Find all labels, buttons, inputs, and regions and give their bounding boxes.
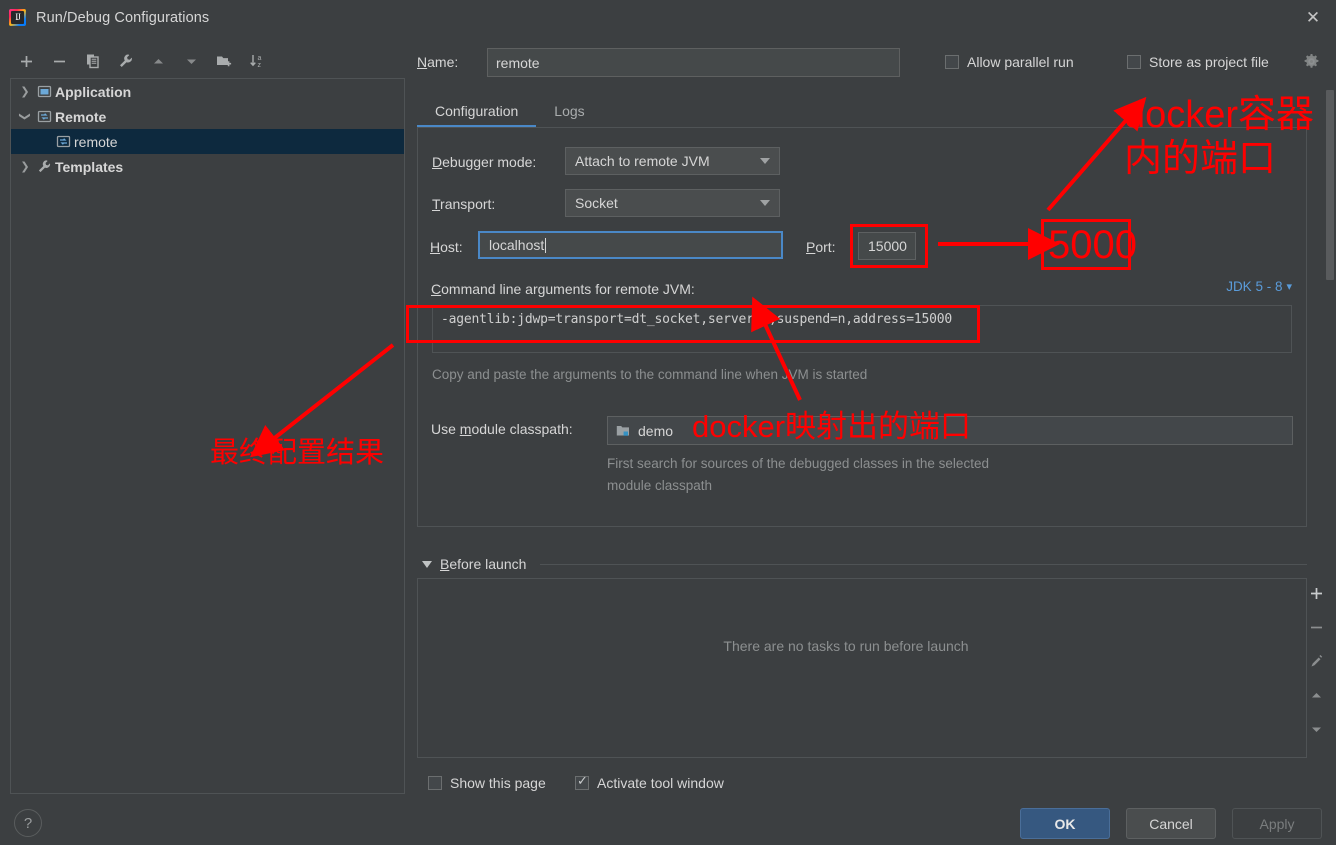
name-label: Name: <box>417 54 459 70</box>
transport-select[interactable]: Socket <box>565 189 780 217</box>
cancel-button[interactable]: Cancel <box>1126 808 1216 839</box>
annotation-mapped-port-note: docker映射出的端口 <box>692 409 972 444</box>
module-classpath-label: Use module classpath: <box>431 421 573 437</box>
debugger-mode-select[interactable]: Attach to remote JVM <box>565 147 780 175</box>
host-label: Host: <box>430 239 463 255</box>
chevron-down-icon <box>760 158 770 164</box>
transport-label: Transport: <box>432 196 496 212</box>
remote-icon <box>52 134 74 149</box>
port-value: 15000 <box>868 238 907 254</box>
module-classpath-hint-line2: module classpath <box>607 478 713 493</box>
wrench-icon <box>33 159 55 174</box>
remove-configuration-button[interactable] <box>43 46 76 76</box>
before-launch-title: Before launch <box>440 556 527 572</box>
checkbox-box[interactable] <box>1127 55 1141 69</box>
sort-az-icon[interactable]: a z <box>241 46 274 76</box>
store-as-project-file-label: Store as project file <box>1149 54 1269 70</box>
new-folder-button[interactable] <box>208 46 241 76</box>
jdk-version-label: JDK 5 - 8 <box>1226 279 1283 294</box>
checkbox-box[interactable] <box>428 776 442 790</box>
tree-item-label: remote <box>74 133 118 150</box>
before-launch-empty-text: There are no tasks to run before launch <box>723 638 969 654</box>
window-title: Run/Debug Configurations <box>36 9 210 26</box>
divider <box>540 563 1307 565</box>
before-launch-task-list[interactable] <box>417 578 1307 758</box>
application-icon <box>33 84 55 99</box>
chevron-down-icon[interactable]: ❯ <box>19 109 32 125</box>
module-classpath-hint-line1: First search for sources of the debugged… <box>607 456 989 471</box>
tree-indent: ❯ <box>17 135 33 148</box>
tree-item-remote[interactable]: ❯ remote <box>11 129 404 154</box>
store-as-project-file-checkbox[interactable]: Store as project file <box>1127 54 1269 70</box>
tab-logs[interactable]: Logs <box>536 95 602 127</box>
copy-configuration-button[interactable] <box>76 46 109 76</box>
sidebar-toolbar: a z <box>10 44 405 78</box>
transport-value: Socket <box>575 195 618 211</box>
move-down-button[interactable] <box>175 46 208 76</box>
wrench-icon[interactable] <box>109 46 142 76</box>
before-launch-header[interactable]: Before launch <box>422 556 1307 572</box>
configurations-tree[interactable]: ❯ Application ❯ Remote ❯ <box>10 78 405 794</box>
chevron-down-icon: ▾ <box>1286 281 1292 293</box>
allow-parallel-run-checkbox[interactable]: Allow parallel run <box>945 54 1074 70</box>
port-label: Port: <box>806 239 836 255</box>
tree-item-label: Application <box>55 83 132 100</box>
command-line-arguments-hint: Copy and paste the arguments to the comm… <box>432 367 868 382</box>
remote-icon <box>33 109 55 124</box>
ok-button[interactable]: OK <box>1020 808 1110 839</box>
host-value: localhost <box>489 237 545 253</box>
chevron-down-icon <box>760 200 770 206</box>
command-line-arguments-label: Command line arguments for remote JVM: <box>431 281 695 297</box>
tab-configuration[interactable]: Configuration <box>417 95 537 127</box>
scrollbar-thumb[interactable] <box>1326 90 1334 280</box>
annotation-container-port-line2: 内的端口 <box>1124 138 1277 180</box>
show-this-page-checkbox[interactable]: Show this page <box>428 775 546 791</box>
chevron-right-icon[interactable]: ❯ <box>17 160 33 173</box>
command-line-arguments-field[interactable]: -agentlib:jdwp=transport=dt_socket,serve… <box>432 305 1292 353</box>
intellij-idea-icon: IJ <box>9 9 26 26</box>
activate-tool-window-label: Activate tool window <box>597 775 724 791</box>
activate-tool-window-checkbox[interactable]: Activate tool window <box>575 774 724 791</box>
help-button[interactable]: ? <box>14 809 42 837</box>
svg-text:z: z <box>258 62 262 69</box>
debugger-mode-label: Debugger mode: <box>432 154 537 170</box>
module-classpath-value: demo <box>638 422 674 439</box>
jdk-version-selector[interactable]: JDK 5 - 8 ▾ <box>1226 279 1292 294</box>
tree-item-remote-group[interactable]: ❯ Remote <box>11 104 404 129</box>
annotation-final-result-note: 最终配置结果 <box>210 437 385 469</box>
show-this-page-label: Show this page <box>450 775 546 791</box>
title-bar: IJ Run/Debug Configurations <box>0 0 1336 35</box>
close-icon[interactable]: ✕ <box>1290 0 1336 35</box>
tree-item-templates[interactable]: ❯ Templates <box>11 154 404 179</box>
debugger-mode-value: Attach to remote JVM <box>575 153 710 169</box>
name-input[interactable] <box>487 48 900 77</box>
add-configuration-button[interactable] <box>10 46 43 76</box>
port-input[interactable]: 15000 <box>858 232 916 260</box>
checkbox-box[interactable] <box>575 774 589 790</box>
chevron-down-icon[interactable] <box>422 560 432 568</box>
module-folder-icon <box>616 424 631 438</box>
tree-item-label: Remote <box>55 108 107 125</box>
gear-icon[interactable] <box>1303 53 1320 74</box>
tab-bar: Configuration Logs <box>417 95 603 127</box>
chevron-right-icon[interactable]: ❯ <box>17 85 33 98</box>
right-scrollbar[interactable] <box>1324 90 1335 770</box>
move-up-button[interactable] <box>142 46 175 76</box>
host-input[interactable]: localhost <box>478 231 783 259</box>
annotation-container-port-line1: docker容器 <box>1124 94 1315 136</box>
tree-item-application[interactable]: ❯ Application <box>11 79 404 104</box>
checkbox-box[interactable] <box>945 55 959 69</box>
tree-item-label: Templates <box>55 158 124 175</box>
svg-text:a: a <box>258 55 262 62</box>
allow-parallel-run-label: Allow parallel run <box>967 54 1074 70</box>
apply-button[interactable]: Apply <box>1232 808 1322 839</box>
annotation-5000-value: 5000 <box>1048 223 1137 267</box>
